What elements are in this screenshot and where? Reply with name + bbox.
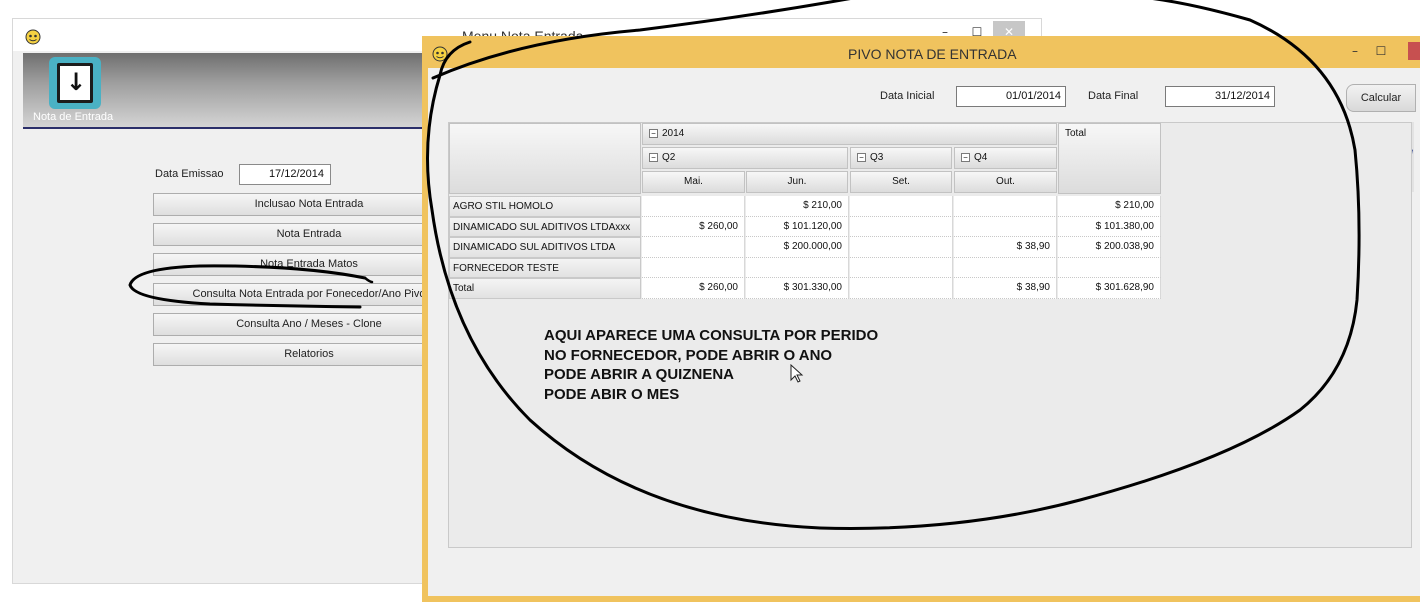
data-emissao-label: Data Emissao	[155, 168, 224, 180]
annotation-line: AQUI APARECE UMA CONSULTA POR PERIDO	[544, 327, 879, 344]
row-header[interactable]: AGRO STIL HOMOLO	[449, 196, 641, 217]
total-cell: $ 101.380,00	[1058, 216, 1161, 237]
value-cell	[954, 216, 1057, 237]
value-cell	[642, 237, 745, 258]
value-cell: $ 210,00	[746, 196, 849, 217]
value-cell: $ 101.120,00	[746, 216, 849, 237]
month-header[interactable]: Set.	[850, 171, 952, 193]
quarter-header[interactable]: − Q3	[850, 147, 952, 169]
quarter-label: Q4	[974, 152, 988, 163]
collapse-icon[interactable]: −	[649, 152, 658, 162]
data-inicial-input[interactable]: 01/01/2014	[956, 86, 1066, 107]
nota-entrada-tile[interactable]: ↓	[49, 57, 101, 109]
app-logo-icon	[432, 46, 448, 62]
value-cell	[954, 196, 1057, 217]
value-cell: $ 301.330,00	[746, 278, 849, 299]
data-final-input[interactable]: 31/12/2014	[1165, 86, 1275, 107]
value-cell	[850, 216, 953, 237]
row-header[interactable]: Total	[449, 278, 641, 299]
month-header[interactable]: Mai.	[642, 171, 745, 193]
annotation-line: PODE ABRIR A QUIZNENA	[544, 366, 735, 383]
value-cell	[850, 237, 953, 258]
value-cell: $ 260,00	[642, 216, 745, 237]
download-document-icon: ↓	[57, 63, 93, 103]
value-cell	[746, 257, 849, 278]
minimize-button[interactable]: –	[1344, 42, 1366, 60]
mouse-cursor-icon	[790, 364, 804, 383]
app-logo-icon	[25, 29, 41, 45]
row-header[interactable]: FORNECEDOR TESTE	[449, 257, 641, 278]
total-cell: $ 301.628,90	[1058, 278, 1161, 299]
data-emissao-input[interactable]: 17/12/2014	[239, 164, 331, 185]
annotation-text: AQUI APARECE UMA CONSULTA POR PERIDO NO F…	[544, 326, 878, 404]
maximize-button[interactable]: ☐	[1370, 42, 1392, 60]
month-header[interactable]: Jun.	[746, 171, 848, 193]
annotation-line: NO FORNECEDOR, PODE ABRIR O ANO	[544, 346, 833, 364]
calcular-button[interactable]: Calcular	[1346, 84, 1416, 112]
close-button[interactable]	[1408, 42, 1420, 60]
row-header[interactable]: DINAMICADO SUL ADITIVOS LTDA	[449, 237, 641, 258]
quarter-header[interactable]: − Q4	[954, 147, 1057, 169]
front-window-titlebar[interactable]: PIVO NOTA DE ENTRADA – ☐	[422, 36, 1420, 68]
consulta-ano-meses-button[interactable]: Consulta Ano / Meses - Clone	[153, 313, 465, 336]
value-cell: $ 38,90	[954, 278, 1057, 299]
value-cell	[850, 278, 953, 299]
nota-entrada-tile-label: Nota de Entrada	[33, 111, 114, 123]
pivot-corner-header	[449, 123, 641, 194]
collapse-icon[interactable]: −	[857, 152, 866, 162]
year-label: 2014	[662, 128, 685, 139]
quarter-header[interactable]: − Q2	[642, 147, 848, 169]
total-cell	[1058, 257, 1161, 278]
collapse-icon[interactable]: −	[649, 128, 658, 138]
total-cell: $ 210,00	[1058, 196, 1161, 217]
collapse-icon[interactable]: −	[961, 152, 970, 162]
data-inicial-label: Data Inicial	[880, 90, 935, 102]
quarter-label: Q2	[662, 152, 676, 163]
value-cell	[850, 196, 953, 217]
value-cell	[642, 196, 745, 217]
value-cell: $ 200.000,00	[746, 237, 849, 258]
consulta-pivo-button[interactable]: Consulta Nota Entrada por Fonecedor/Ano …	[153, 283, 465, 306]
nota-entrada-button[interactable]: Nota Entrada	[153, 223, 465, 246]
data-final-label: Data Final	[1088, 90, 1139, 102]
value-cell	[954, 257, 1057, 278]
quarter-label: Q3	[870, 152, 884, 163]
row-header[interactable]: DINAMICADO SUL ADITIVOS LTDAxxx	[449, 216, 641, 237]
nota-entrada-matos-button[interactable]: Nota Entrada Matos	[153, 253, 465, 276]
front-window-title: PIVO NOTA DE ENTRADA	[848, 46, 1017, 62]
value-cell	[850, 257, 953, 278]
value-cell: $ 38,90	[954, 237, 1057, 258]
year-header[interactable]: −2014	[642, 123, 1057, 145]
total-cell: $ 200.038,90	[1058, 237, 1161, 258]
total-header: Total	[1058, 123, 1161, 194]
relatorios-button[interactable]: Relatorios	[153, 343, 465, 366]
month-header[interactable]: Out.	[954, 171, 1057, 193]
annotation-line: PODE ABIR O MES	[544, 385, 680, 403]
value-cell	[642, 257, 745, 278]
value-cell: $ 260,00	[642, 278, 745, 299]
inclusao-nota-entrada-button[interactable]: Inclusao Nota Entrada	[153, 193, 465, 216]
